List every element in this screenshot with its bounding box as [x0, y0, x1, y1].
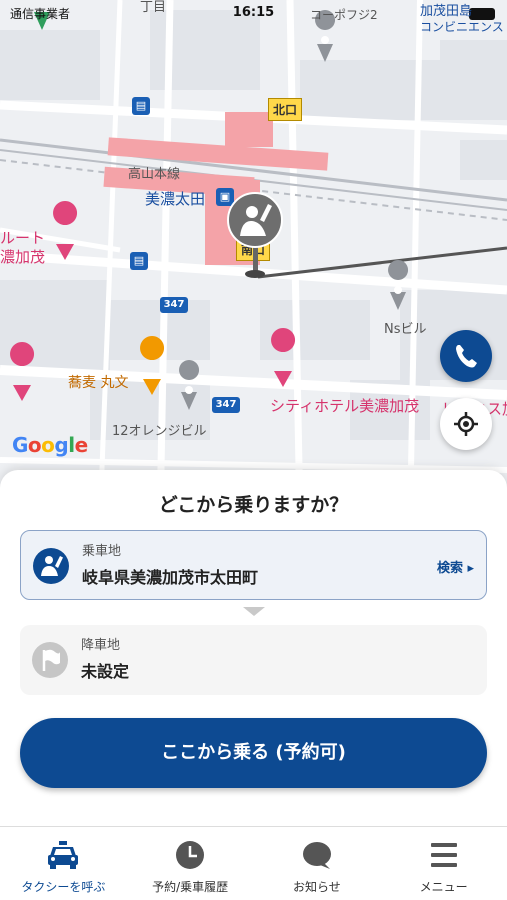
pickup-label: 乗車地 — [82, 544, 122, 559]
google-logo: Google — [12, 433, 88, 457]
map-label-line: 高山本線 — [128, 167, 181, 182]
sheet-title: どこから乗りますか？ — [158, 494, 349, 516]
crosshair-icon — [454, 412, 478, 436]
pickup-address: 岐阜県美濃加茂市太田町 — [82, 568, 259, 587]
pickup-pointer-arrow — [243, 607, 265, 616]
dropoff-label: 降車地 — [81, 638, 121, 653]
route-347-badge: 347 — [160, 297, 188, 313]
taxi-icon — [48, 841, 79, 869]
tab-history[interactable]: 予約/乗車履歴 — [127, 827, 254, 900]
map-label-route: ルート — [0, 229, 46, 247]
tab-label: お知らせ — [292, 880, 341, 894]
bus-stop-icon: ▤ — [132, 97, 150, 115]
ride-request-sheet: どこから乗りますか？ 乗車地 岐阜県美濃加茂市太田町 検索 ▸ 降車地 未設定 … — [0, 470, 507, 830]
tab-call-taxi[interactable]: タクシーを呼ぶ — [0, 827, 127, 900]
map-label-corpo: コーポフジ2 — [310, 8, 378, 22]
pickup-search-link[interactable]: 検索 ▸ — [437, 557, 474, 576]
bus-stop-icon: ▤ — [130, 252, 148, 270]
ride-from-here-button[interactable]: ここから乗る (予約可) — [20, 718, 487, 788]
tab-label: メニュー — [419, 880, 468, 894]
pickup-field[interactable]: 乗車地 岐阜県美濃加茂市太田町 検索 ▸ — [20, 530, 487, 600]
tab-menu[interactable]: メニュー — [380, 827, 507, 900]
map-label-store: 加茂田島 — [420, 4, 473, 19]
north-exit-sign[interactable]: 北口 — [268, 98, 303, 121]
map-label-mino: 濃加茂 — [0, 248, 46, 266]
map-label-soba: 蕎麦 丸文 — [68, 375, 129, 391]
hamburger-icon — [430, 843, 457, 867]
call-button[interactable] — [440, 330, 492, 382]
dropoff-value: 未設定 — [81, 662, 130, 681]
map-label-orange-building: 12オレンジビル — [112, 424, 207, 439]
clock-icon — [176, 841, 205, 869]
tab-notifications[interactable]: お知らせ — [254, 827, 381, 900]
chat-bubble-icon — [302, 842, 331, 869]
dropoff-field[interactable]: 降車地 未設定 — [20, 625, 487, 695]
map-label-ns-building: Nsビル — [384, 322, 427, 337]
flag-icon — [32, 642, 68, 678]
pickup-location-pin[interactable] — [226, 192, 284, 282]
route-347-badge: 347 — [212, 397, 240, 413]
map-label-station[interactable]: 美濃太田 — [145, 188, 205, 209]
phone-icon — [456, 345, 477, 368]
map-view[interactable]: 通信事業者 16:15 丁目 コーポフジ2 加茂田島 コンビニエンス 北口 高山… — [0, 0, 507, 520]
map-label-hotel: シティホテル美濃加茂 — [270, 397, 420, 415]
bottom-tab-bar: タクシーを呼ぶ 予約/乗車履歴 お知らせ メニュー — [0, 826, 507, 900]
map-label-chome: 丁目 — [140, 0, 167, 15]
locate-me-button[interactable] — [440, 398, 492, 450]
tab-label: タクシーを呼ぶ — [21, 880, 106, 894]
hand-raise-icon — [227, 192, 283, 278]
map-label-store-sub: コンビニエンス — [420, 20, 504, 34]
hand-raise-icon — [33, 548, 69, 584]
tab-label: 予約/乗車履歴 — [152, 880, 229, 894]
